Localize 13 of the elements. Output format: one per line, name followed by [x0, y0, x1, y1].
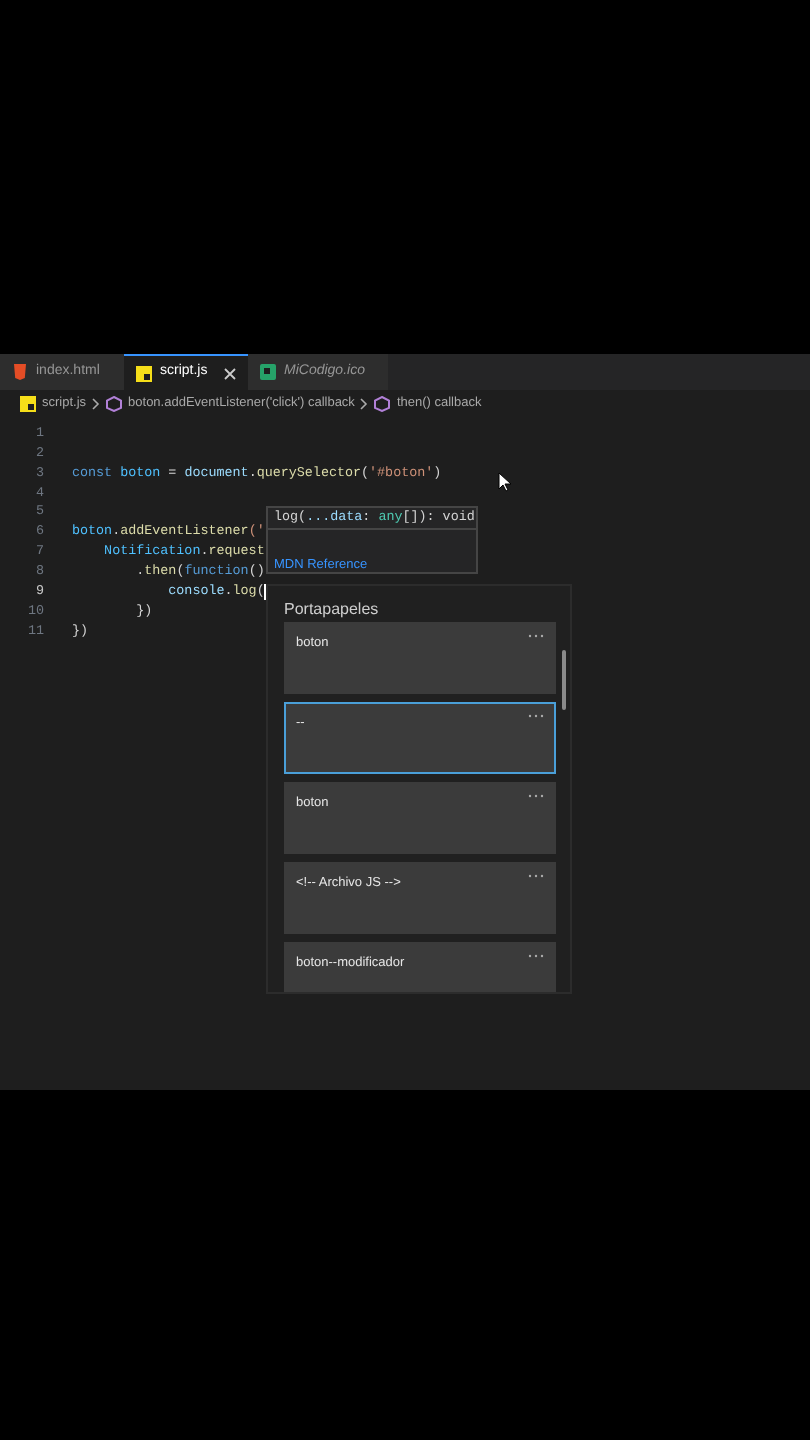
text-cursor — [264, 584, 267, 601]
panel-title: Portapapeles — [284, 598, 381, 622]
cube-icon — [374, 395, 391, 411]
close-icon[interactable] — [224, 367, 236, 379]
js-file-icon — [136, 365, 152, 381]
image-file-icon — [260, 364, 276, 380]
mouse-pointer-icon — [498, 472, 512, 492]
chevron-icon — [360, 397, 369, 409]
html-file-icon — [12, 364, 28, 380]
chevron-icon — [92, 397, 101, 409]
js-file-icon — [20, 395, 36, 411]
scrollbar[interactable] — [562, 650, 566, 710]
cube-icon — [106, 395, 123, 411]
